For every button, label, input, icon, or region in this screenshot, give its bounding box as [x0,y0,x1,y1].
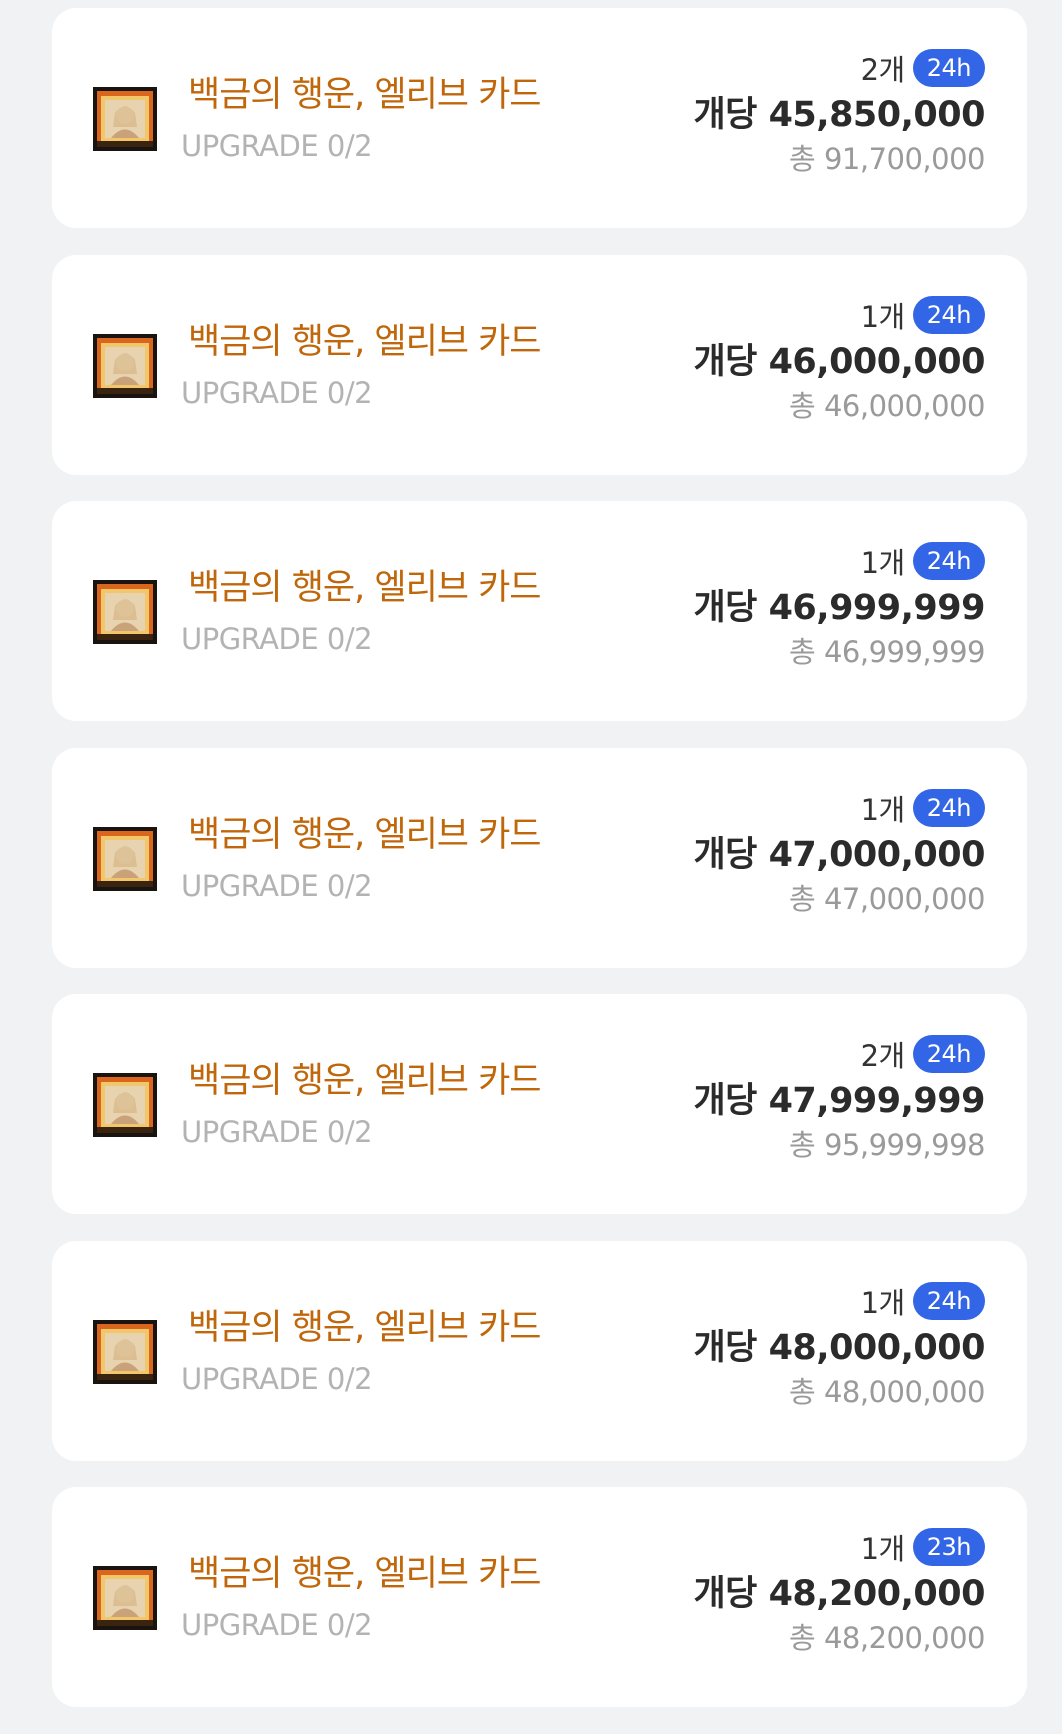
total-price: 총 91,700,000 [789,142,985,176]
price-block: 1개 24h 개당 46,000,000 총 46,000,000 [693,295,985,424]
unit-price: 개당 47,000,000 [693,834,985,875]
unit-price: 개당 46,999,999 [693,588,985,628]
unit-price: 개당 47,999,999 [693,1081,985,1121]
item-name: 백금의 행운, 엘리브 카드 [188,814,542,855]
card-item-icon [93,1073,157,1137]
quantity: 1개 [860,546,906,580]
quantity: 1개 [860,1285,906,1320]
listing-list: 백금의 행운, 엘리브 카드 UPGRADE 0/2 2개 24h 개당 45,… [52,8,1027,1734]
price-block: 1개 24h 개당 46,999,999 총 46,999,999 [693,541,985,670]
upgrade-status: UPGRADE 0/2 [181,1361,373,1396]
price-block: 2개 24h 개당 45,850,000 총 91,700,000 [693,48,985,177]
card-item-icon [93,826,157,891]
card-item-icon [93,333,157,398]
listing-card[interactable]: 백금의 행운, 엘리브 카드 UPGRADE 0/2 2개 24h 개당 45,… [52,8,1027,228]
card-item-icon [93,580,157,644]
upgrade-status: UPGRADE 0/2 [181,1115,373,1149]
card-item-icon [93,1566,157,1630]
time-badge: 24h [912,788,985,827]
listing-card[interactable]: 백금의 행운, 엘리브 카드 UPGRADE 0/2 1개 24h 개당 46,… [52,254,1027,475]
listing-card[interactable]: 백금의 행운, 엘리브 카드 UPGRADE 0/2 1개 24h 개당 48,… [52,1240,1027,1461]
time-badge: 23h [912,1528,985,1566]
time-badge: 24h [912,295,985,334]
unit-price: 개당 48,000,000 [693,1327,985,1368]
item-name: 백금의 행운, 엘리브 카드 [188,1061,542,1101]
listing-card[interactable]: 백금의 행운, 엘리브 카드 UPGRADE 0/2 1개 23h 개당 48,… [52,1487,1027,1707]
total-price: 총 46,999,999 [789,635,985,669]
item-name: 백금의 행운, 엘리브 카드 [188,321,542,362]
total-price: 총 48,000,000 [789,1374,985,1409]
upgrade-status: UPGRADE 0/2 [181,1608,373,1642]
quantity: 2개 [860,53,906,87]
listing-card[interactable]: 백금의 행운, 엘리브 카드 UPGRADE 0/2 1개 24h 개당 46,… [52,501,1027,721]
price-block: 2개 24h 개당 47,999,999 총 95,999,998 [693,1034,985,1163]
quantity: 1개 [860,1532,906,1566]
unit-price: 개당 48,200,000 [693,1574,985,1614]
price-block: 1개 24h 개당 47,000,000 총 47,000,000 [693,788,985,917]
upgrade-status: UPGRADE 0/2 [181,375,373,410]
time-badge: 24h [912,1035,985,1073]
upgrade-status: UPGRADE 0/2 [181,868,373,903]
upgrade-status: UPGRADE 0/2 [181,622,373,656]
listing-card[interactable]: 백금의 행운, 엘리브 카드 UPGRADE 0/2 1개 24h 개당 47,… [52,747,1027,968]
item-name: 백금의 행운, 엘리브 카드 [188,1554,542,1594]
item-name: 백금의 행운, 엘리브 카드 [188,568,542,608]
unit-price: 개당 46,000,000 [693,341,985,382]
unit-price: 개당 45,850,000 [693,95,985,135]
card-item-icon [93,1319,157,1384]
quantity: 2개 [860,1039,906,1073]
total-price: 총 46,000,000 [789,388,985,423]
card-item-icon [93,87,157,151]
quantity: 1개 [860,299,906,334]
time-badge: 24h [912,49,985,87]
total-price: 총 47,000,000 [789,881,985,916]
price-block: 1개 24h 개당 48,000,000 총 48,000,000 [693,1281,985,1410]
upgrade-status: UPGRADE 0/2 [181,129,373,163]
quantity: 1개 [860,792,906,827]
price-block: 1개 23h 개당 48,200,000 총 48,200,000 [693,1527,985,1656]
total-price: 총 48,200,000 [789,1621,985,1655]
item-name: 백금의 행운, 엘리브 카드 [188,1307,542,1348]
item-name: 백금의 행운, 엘리브 카드 [188,75,542,115]
time-badge: 24h [912,1281,985,1320]
listing-card[interactable]: 백금의 행운, 엘리브 카드 UPGRADE 0/2 2개 24h 개당 47,… [52,994,1027,1214]
time-badge: 24h [912,542,985,580]
total-price: 총 95,999,998 [789,1128,985,1162]
